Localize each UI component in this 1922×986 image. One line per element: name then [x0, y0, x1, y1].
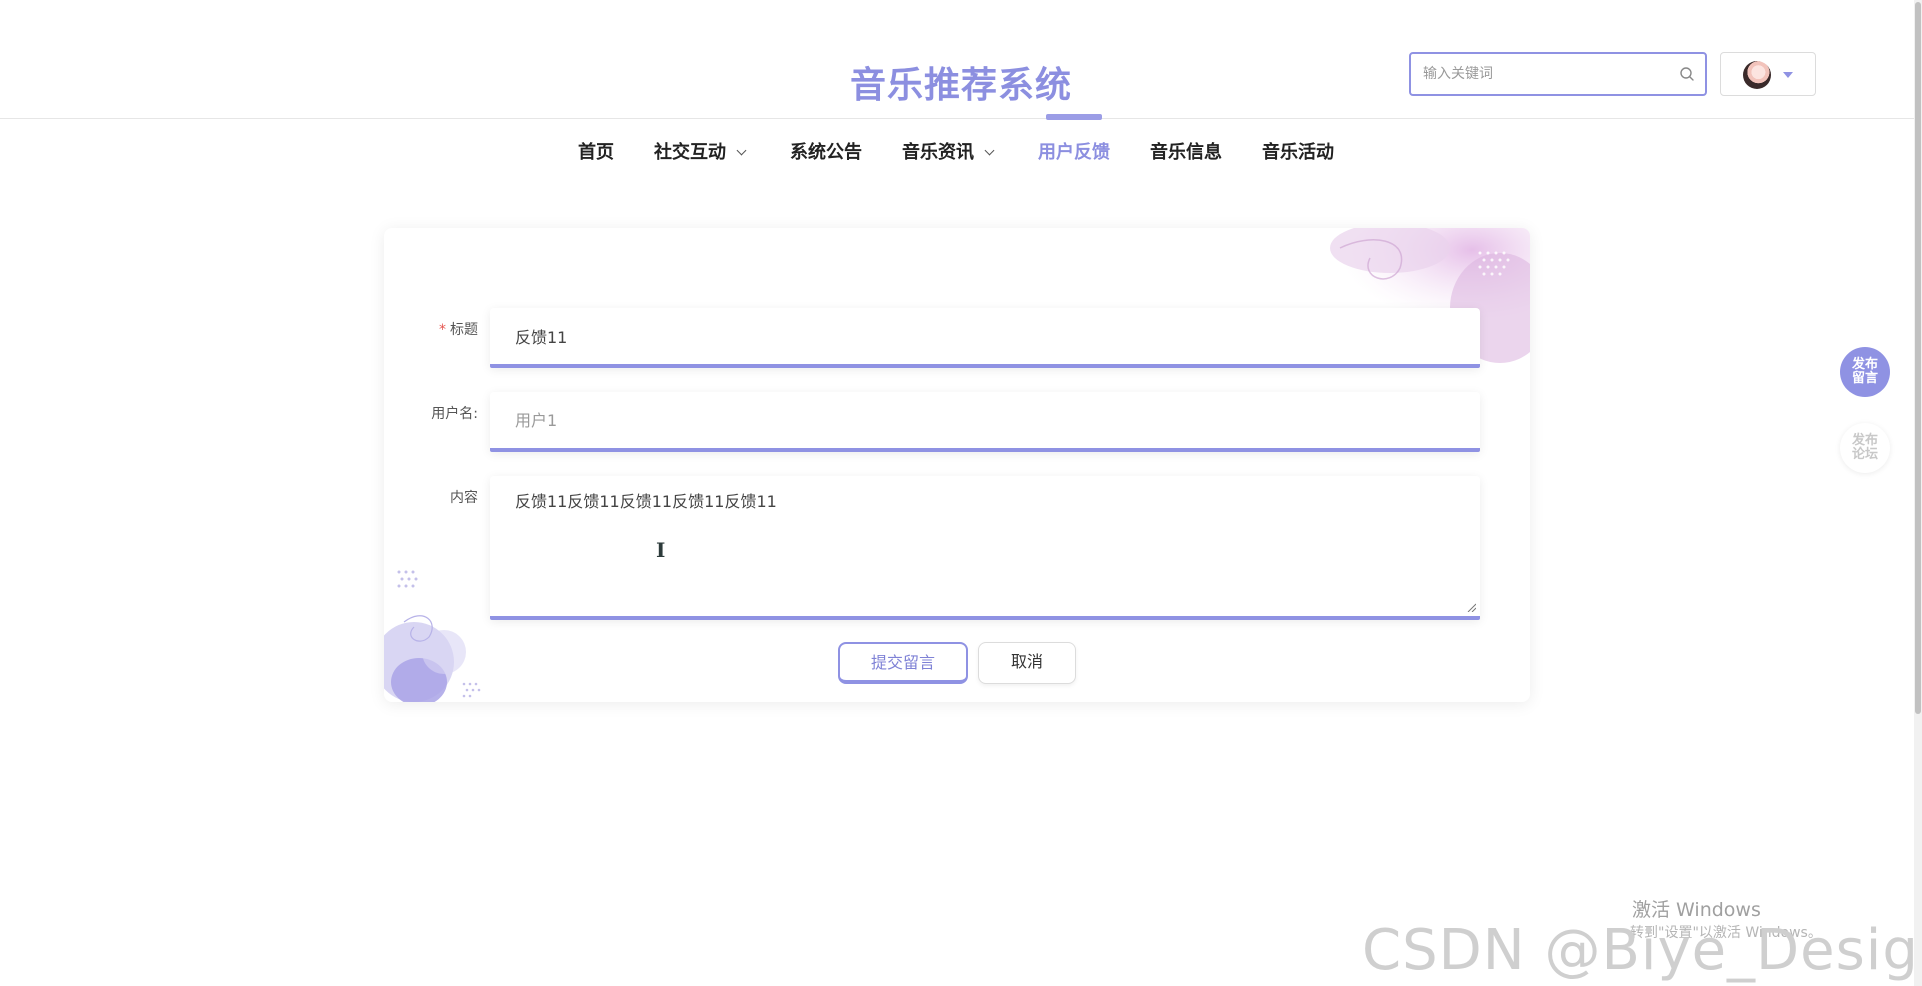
nav-item-label: 音乐信息 [1150, 142, 1222, 163]
nav-item-label: 音乐活动 [1262, 142, 1334, 163]
nav-item-feedback[interactable]: 用户反馈 [1038, 138, 1110, 164]
title-input[interactable] [490, 308, 1480, 364]
watercolor-decoration [384, 570, 481, 702]
username-field[interactable] [490, 392, 1480, 452]
title-label: * 标题 [439, 322, 478, 338]
resize-handle-icon[interactable] [1466, 602, 1476, 612]
content-field[interactable]: 反馈11反馈11反馈11反馈11反馈11 I [490, 476, 1480, 620]
nav-item-news[interactable]: 音乐资讯 [902, 138, 995, 164]
nav-item-home[interactable]: 首页 [578, 138, 614, 164]
user-menu[interactable] [1720, 52, 1816, 96]
username-input[interactable] [490, 392, 1480, 448]
main-nav: 首页 社交互动 系统公告 音乐资讯 用户反馈 音乐信息 音乐活动 [0, 118, 1922, 184]
search-input[interactable] [1423, 54, 1663, 94]
search-icon[interactable] [1679, 66, 1695, 82]
csdn-watermark: CSDN @Biye_Design [1362, 918, 1922, 983]
chevron-down-icon [984, 145, 995, 156]
nav-item-label: 社交互动 [654, 142, 726, 163]
username-label: 用户名: [431, 406, 478, 422]
required-mark: * [439, 322, 446, 338]
chevron-down-icon [736, 145, 747, 156]
caret-down-icon[interactable] [1783, 72, 1793, 78]
text-cursor-icon: I [656, 538, 666, 562]
nav-item-label: 系统公告 [790, 142, 862, 163]
search-box[interactable] [1409, 52, 1707, 96]
nav-item-label: 首页 [578, 142, 614, 163]
nav-item-label: 音乐资讯 [902, 142, 974, 163]
page-scrollbar[interactable] [1914, 0, 1922, 986]
content-textarea[interactable]: 反馈11反馈11反馈11反馈11反馈11 [490, 476, 1480, 616]
active-nav-indicator [1046, 114, 1102, 120]
nav-item-announcements[interactable]: 系统公告 [790, 138, 862, 164]
post-forum-float-button[interactable]: 发布 论坛 [1840, 423, 1890, 473]
site-header: 音乐推荐系统 [0, 0, 1914, 119]
avatar[interactable] [1743, 61, 1771, 89]
nav-item-music-info[interactable]: 音乐信息 [1150, 138, 1222, 164]
scrollbar-thumb[interactable] [1915, 2, 1921, 714]
post-message-float-button[interactable]: 发布 留言 [1840, 347, 1890, 397]
nav-item-music-events[interactable]: 音乐活动 [1262, 138, 1334, 164]
content-label: 内容 [450, 490, 478, 506]
feedback-form-card: *标题 用户名: 内容 反馈11反馈11反馈11反馈11反馈11 I 提交留言 … [384, 228, 1530, 702]
nav-item-social[interactable]: 社交互动 [654, 138, 747, 164]
nav-item-label: 用户反馈 [1038, 142, 1110, 163]
cancel-button[interactable]: 取消 [978, 642, 1076, 684]
submit-message-button[interactable]: 提交留言 [838, 642, 968, 684]
title-field[interactable] [490, 308, 1480, 368]
